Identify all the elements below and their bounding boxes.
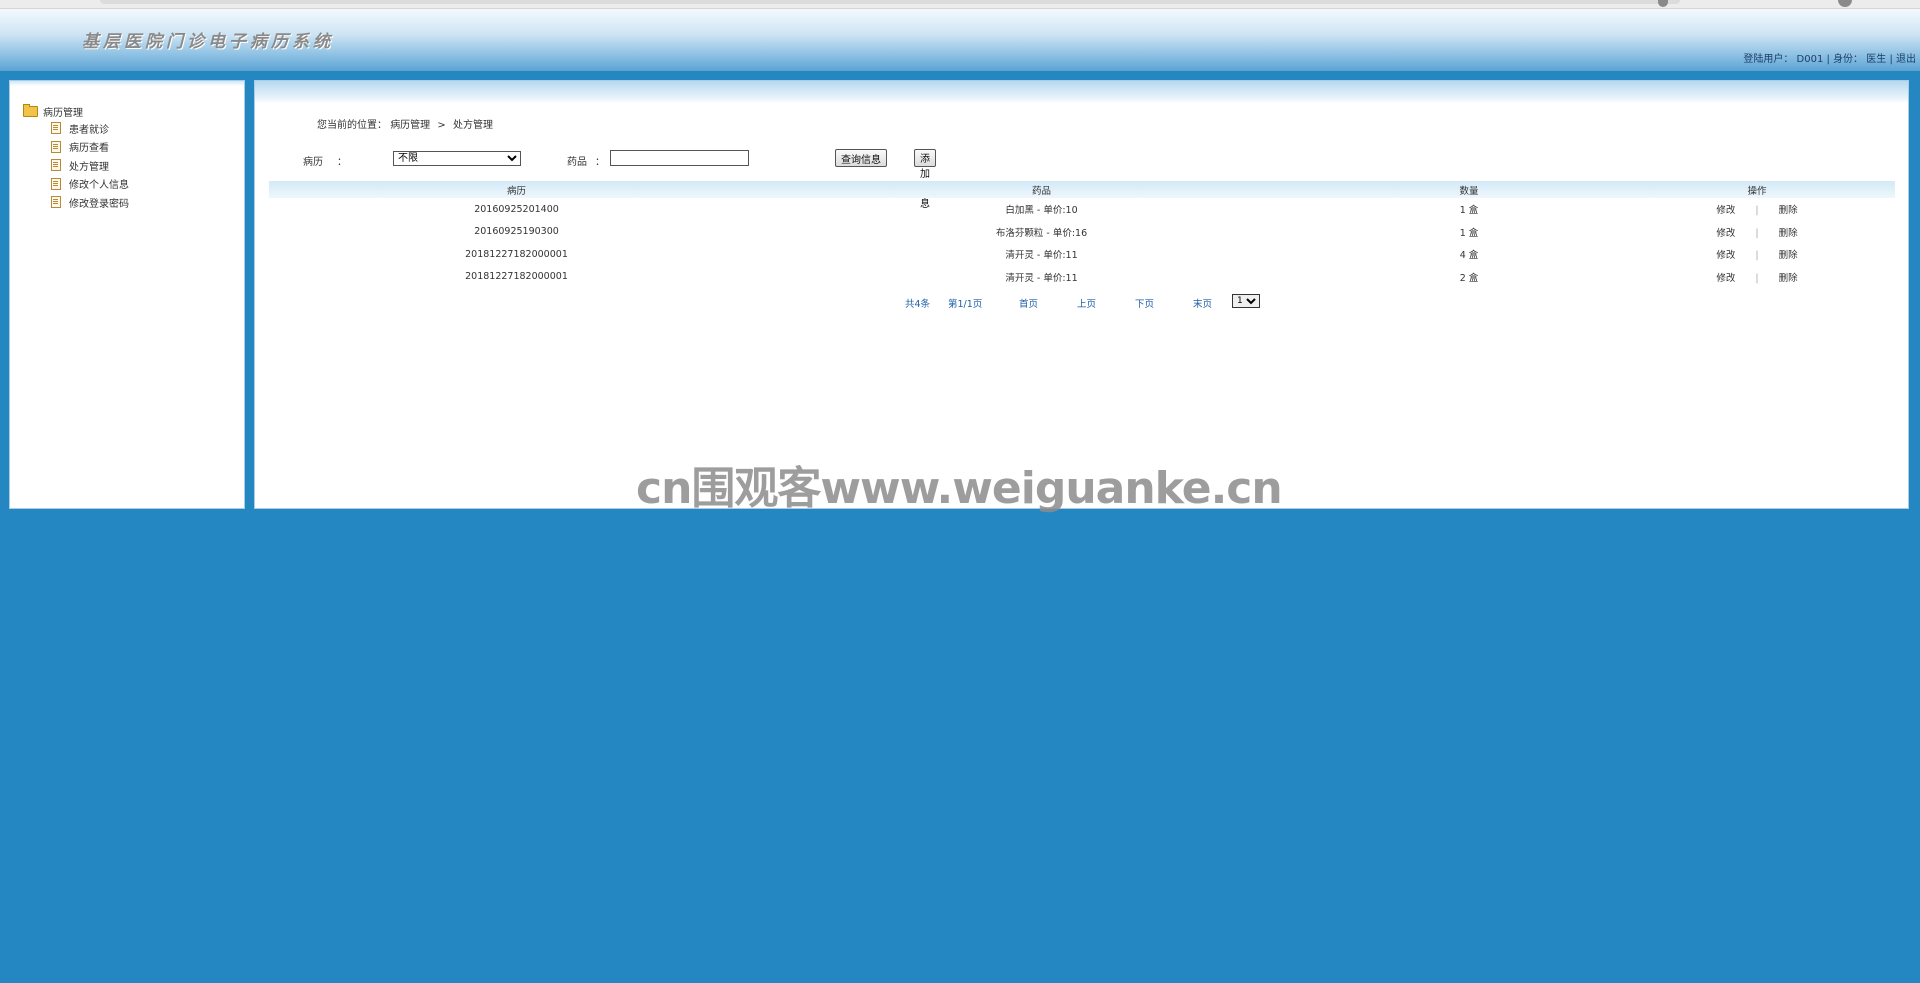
- delete-link[interactable]: 删除: [1779, 205, 1798, 216]
- table-row: 20181227182000001 清开灵 - 单价:11 2 盒 修改 | 删除: [269, 266, 1895, 289]
- sidebar-item-label: 处方管理: [69, 161, 109, 173]
- role-label: 身份：: [1833, 54, 1864, 65]
- pager-last-link[interactable]: 末页: [1193, 296, 1212, 310]
- folder-open-icon: [23, 103, 38, 117]
- pager-page-info: 第1/1页: [948, 299, 983, 310]
- sidebar-item-label: 病历查看: [69, 143, 109, 155]
- edit-link[interactable]: 修改: [1716, 273, 1735, 284]
- cell-actions: 修改 | 删除: [1716, 205, 1798, 217]
- user-info: 登陆用户： D001 | 身份： 医生 | 退出: [1743, 54, 1916, 65]
- cell-drug: 白加黑 - 单价:10: [1005, 205, 1078, 217]
- cell-drug: 布洛芬颗粒 - 单价:16: [995, 227, 1088, 239]
- pagination: 共4条 第1/1页 首页 上页 下页 末页 1: [255, 294, 1908, 310]
- table-row: 20181227182000001 清开灵 - 单价:11 4 盒 修改 | 删除: [269, 243, 1895, 266]
- cell-actions: 修改 | 删除: [1716, 250, 1798, 262]
- user-role: 医生: [1866, 54, 1887, 65]
- sidebar-item-record-view[interactable]: 病历查看: [23, 138, 129, 157]
- column-header-record: 病历: [506, 185, 526, 197]
- document-icon: [51, 177, 61, 190]
- filter-bar: 病历 ： 不限 药品 ： 查询信息 添加信息: [303, 149, 936, 210]
- document-icon: [51, 196, 61, 209]
- breadcrumb-parent: 病历管理: [390, 120, 431, 131]
- cell-record: 20160925201400: [474, 203, 559, 215]
- document-icon: [51, 159, 61, 172]
- table-header-row: 病历 药品 数量 操作: [269, 181, 1895, 198]
- cell-record: 20160925190300: [474, 226, 559, 238]
- app-title: 基层医院门诊电子病历系统: [82, 32, 334, 52]
- cell-record: 20181227182000001: [465, 248, 568, 260]
- cell-actions: 修改 | 删除: [1716, 227, 1798, 239]
- document-icon: [51, 140, 61, 153]
- drug-filter-label: 药品: [567, 157, 587, 168]
- sidebar-item-prescription[interactable]: 处方管理: [23, 156, 129, 175]
- add-button[interactable]: 添加信息: [914, 149, 936, 210]
- watermark: cn围观客www.weiguanke.cn: [636, 463, 1283, 514]
- column-header-actions: 操作: [1747, 185, 1767, 197]
- profile-icon[interactable]: [1838, 0, 1852, 7]
- edit-link[interactable]: 修改: [1716, 250, 1735, 261]
- cell-actions: 修改 | 删除: [1716, 272, 1798, 284]
- sidebar-item-label: 修改个人信息: [69, 180, 129, 192]
- sidebar-item-patient-visit[interactable]: 患者就诊: [23, 119, 129, 138]
- drug-filter-colon: ：: [595, 157, 605, 168]
- query-button[interactable]: 查询信息: [835, 149, 887, 167]
- column-header-drug: 药品: [1031, 185, 1051, 197]
- sidebar: 病历管理 患者就诊 病历查看 处方管理 修改个人信息 修改登录密码: [9, 80, 245, 509]
- table-row: 20160925190300 布洛芬颗粒 - 单价:16 1 盒 修改 | 删除: [269, 221, 1895, 244]
- breadcrumb-current: 处方管理: [452, 120, 493, 131]
- edit-link[interactable]: 修改: [1716, 205, 1735, 216]
- breadcrumb-separator: >: [437, 120, 446, 131]
- record-filter-label: 病历: [303, 157, 323, 168]
- pager-total: 共4条: [905, 299, 931, 310]
- user-id: D001: [1796, 54, 1824, 65]
- dropdown-icon[interactable]: [1658, 0, 1668, 7]
- pager-prev-link[interactable]: 上页: [1077, 296, 1096, 310]
- document-icon: [51, 122, 61, 135]
- app-header: 基层医院门诊电子病历系统 登陆用户： D001 | 身份： 医生 | 退出: [0, 9, 1920, 71]
- user-label: 登陆用户：: [1743, 54, 1794, 65]
- cell-drug: 清开灵 - 单价:11: [1005, 272, 1078, 284]
- record-filter-colon: ：: [337, 157, 347, 168]
- sidebar-root-records[interactable]: 病历管理: [23, 103, 129, 119]
- pager-first-link[interactable]: 首页: [1019, 296, 1038, 310]
- sidebar-item-label: 修改登录密码: [69, 198, 129, 210]
- cell-drug: 清开灵 - 单价:11: [1005, 250, 1078, 262]
- address-bar[interactable]: [100, 0, 1680, 4]
- prescription-table: 病历 药品 数量 操作 20160925201400 白加黑 - 单价:10 1…: [269, 181, 1895, 288]
- sidebar-item-change-password[interactable]: 修改登录密码: [23, 193, 129, 212]
- cell-quantity: 1 盒: [1459, 205, 1479, 217]
- main-panel: 您当前的位置： 病历管理 > 处方管理 病历 ： 不限 药品 ： 查询信息 添加…: [254, 80, 1909, 509]
- column-header-quantity: 数量: [1459, 185, 1479, 197]
- sidebar-root-label: 病历管理: [43, 107, 83, 119]
- nav-tree: 病历管理 患者就诊 病历查看 处方管理 修改个人信息 修改登录密码: [23, 103, 129, 212]
- pager-next-link[interactable]: 下页: [1135, 296, 1154, 310]
- cell-quantity: 4 盒: [1459, 250, 1479, 262]
- delete-link[interactable]: 删除: [1779, 228, 1798, 239]
- cell-quantity: 2 盒: [1459, 272, 1479, 284]
- delete-link[interactable]: 删除: [1779, 273, 1798, 284]
- delete-link[interactable]: 删除: [1779, 250, 1798, 261]
- drug-filter-input[interactable]: [610, 150, 749, 166]
- edit-link[interactable]: 修改: [1716, 228, 1735, 239]
- table-row: 20160925201400 白加黑 - 单价:10 1 盒 修改 | 删除: [269, 198, 1895, 221]
- page-select[interactable]: 1: [1232, 294, 1260, 308]
- cell-record: 20181227182000001: [465, 271, 568, 283]
- breadcrumb: 您当前的位置： 病历管理 > 处方管理: [317, 116, 493, 131]
- breadcrumb-prefix: 您当前的位置：: [317, 120, 387, 131]
- record-filter-select[interactable]: 不限: [393, 151, 521, 166]
- browser-top-strip: [0, 0, 1920, 9]
- cell-quantity: 1 盒: [1459, 227, 1479, 239]
- sidebar-item-edit-profile[interactable]: 修改个人信息: [23, 175, 129, 194]
- logout-link[interactable]: 退出: [1896, 54, 1916, 65]
- sidebar-item-label: 患者就诊: [69, 124, 109, 136]
